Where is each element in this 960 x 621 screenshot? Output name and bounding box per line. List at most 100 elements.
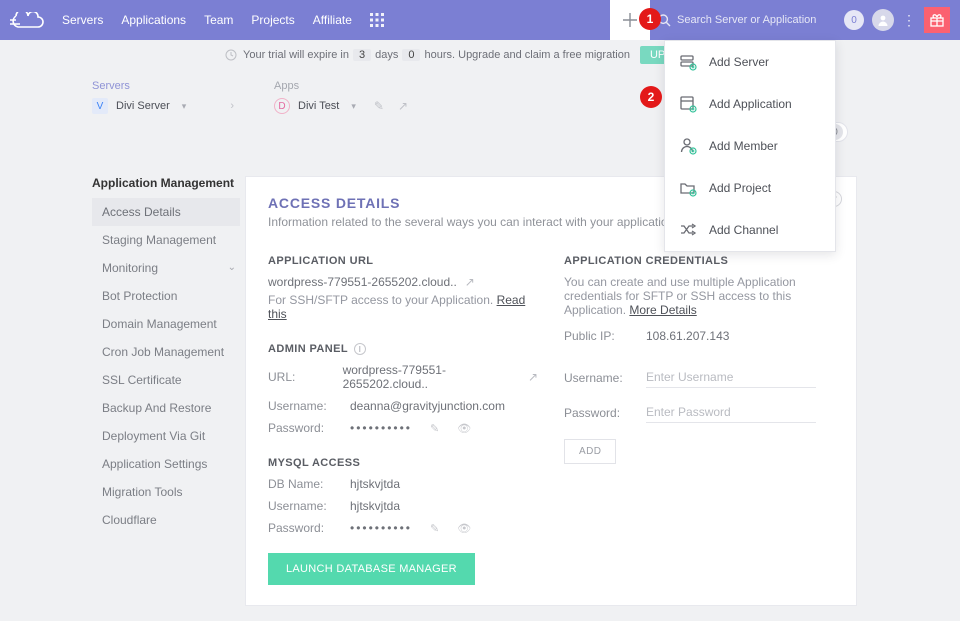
info-icon[interactable]: i bbox=[354, 343, 366, 355]
chevron-down-icon: ▾ bbox=[351, 101, 356, 112]
cloud-logo-icon bbox=[10, 12, 44, 28]
ssh-hint-text: For SSH/SFTP access to your Application. bbox=[268, 293, 493, 307]
mysql-access-label: MYSQL ACCESS bbox=[268, 457, 538, 469]
nav-servers[interactable]: Servers bbox=[62, 13, 103, 27]
reveal-password-icon[interactable]: 👁 bbox=[457, 422, 471, 435]
add-channel-label: Add Channel bbox=[709, 223, 778, 237]
credentials-label: APPLICATION CREDENTIALS bbox=[564, 255, 834, 267]
mysql-pw-key: Password: bbox=[268, 521, 340, 535]
user-icon bbox=[877, 14, 889, 26]
add-member-label: Add Member bbox=[709, 139, 778, 153]
add-application-item[interactable]: Add Application bbox=[665, 83, 835, 125]
plus-icon bbox=[622, 12, 638, 28]
admin-user-key: Username: bbox=[268, 399, 340, 413]
vultr-icon: V bbox=[92, 98, 108, 114]
sidebar-item-ssl[interactable]: SSL Certificate bbox=[92, 366, 240, 394]
admin-url[interactable]: wordpress-779551-2655202.cloud.. bbox=[343, 363, 512, 391]
admin-pw-key: Password: bbox=[268, 421, 340, 435]
folder-plus-icon bbox=[679, 179, 697, 197]
sidebar-item-cron-job[interactable]: Cron Job Management bbox=[92, 338, 240, 366]
more-details-link[interactable]: More Details bbox=[629, 303, 696, 317]
admin-panel-label: ADMIN PANEL bbox=[268, 343, 348, 355]
chevron-right-icon: › bbox=[230, 100, 234, 112]
brand-logo[interactable] bbox=[10, 12, 44, 28]
sidebar-item-deployment-git[interactable]: Deployment Via Git bbox=[92, 422, 240, 450]
trial-hours-unit: hours. bbox=[424, 49, 455, 61]
more-menu-icon[interactable]: ⋮ bbox=[902, 12, 916, 29]
search-input[interactable] bbox=[677, 14, 817, 26]
top-nav: Servers Applications Team Projects Affil… bbox=[62, 13, 352, 27]
mysql-password: •••••••••• bbox=[350, 521, 412, 535]
edit-mysql-pw-icon[interactable]: ✎ bbox=[430, 522, 439, 535]
add-channel-item[interactable]: Add Channel bbox=[665, 209, 835, 251]
nav-applications[interactable]: Applications bbox=[121, 13, 186, 27]
application-url-label: APPLICATION URL bbox=[268, 255, 538, 267]
add-member-item[interactable]: Add Member bbox=[665, 125, 835, 167]
global-search[interactable] bbox=[658, 14, 838, 27]
reveal-mysql-pw-icon[interactable]: 👁 bbox=[457, 522, 471, 535]
nav-team[interactable]: Team bbox=[204, 13, 233, 27]
server-plus-icon bbox=[679, 53, 697, 71]
mysql-user-key: Username: bbox=[268, 499, 340, 513]
sidebar-item-app-settings[interactable]: Application Settings bbox=[92, 450, 240, 478]
mysql-username: hjtskvjtda bbox=[350, 499, 400, 513]
user-plus-icon bbox=[679, 137, 697, 155]
chevron-down-icon: ▾ bbox=[182, 101, 187, 112]
add-project-label: Add Project bbox=[709, 181, 771, 195]
sidebar-item-access-details[interactable]: Access Details bbox=[92, 198, 240, 226]
trial-days-unit: days bbox=[375, 49, 398, 61]
sidebar-item-cloudflare[interactable]: Cloudflare bbox=[92, 506, 240, 534]
user-avatar[interactable] bbox=[872, 9, 894, 31]
access-right-column: APPLICATION CREDENTIALS You can create a… bbox=[564, 255, 834, 585]
public-ip: 108.61.207.143 bbox=[646, 329, 729, 343]
top-bar: Servers Applications Team Projects Affil… bbox=[0, 0, 960, 40]
crumb-apps-label: Apps bbox=[274, 80, 408, 92]
sidebar-item-backup-restore[interactable]: Backup And Restore bbox=[92, 394, 240, 422]
gift-button[interactable] bbox=[924, 7, 950, 33]
sidebar-item-monitoring[interactable]: Monitoring⌄ bbox=[92, 254, 240, 282]
divi-icon: D bbox=[274, 98, 290, 114]
shuffle-icon bbox=[679, 221, 697, 239]
sidebar-title: Application Management bbox=[92, 176, 240, 190]
chevron-down-icon: ⌄ bbox=[228, 262, 236, 273]
add-server-label: Add Server bbox=[709, 55, 769, 69]
open-admin-icon[interactable]: ↗ bbox=[528, 370, 538, 384]
cred-username-key: Username: bbox=[564, 371, 636, 385]
app-management-sidebar: Application Management Access Details St… bbox=[92, 176, 240, 534]
edit-app-icon[interactable]: ✎ bbox=[374, 99, 384, 113]
annotation-2: 2 bbox=[640, 86, 662, 108]
sidebar-item-migration-tools[interactable]: Migration Tools bbox=[92, 478, 240, 506]
trial-suffix: Upgrade and claim a free migration bbox=[458, 49, 630, 61]
add-project-item[interactable]: Add Project bbox=[665, 167, 835, 209]
nav-affiliate[interactable]: Affiliate bbox=[313, 13, 352, 27]
open-app-icon[interactable]: ↗ bbox=[398, 99, 408, 113]
server-name: Divi Server bbox=[116, 100, 170, 112]
clock-icon bbox=[225, 49, 237, 61]
sidebar-item-bot-protection[interactable]: Bot Protection bbox=[92, 282, 240, 310]
app-selector[interactable]: D Divi Test ▾ ✎ ↗ bbox=[274, 98, 408, 114]
cred-password-input[interactable] bbox=[646, 402, 816, 423]
edit-password-icon[interactable]: ✎ bbox=[430, 422, 439, 435]
open-url-icon[interactable]: ↗ bbox=[465, 275, 475, 289]
add-server-item[interactable]: Add Server bbox=[665, 41, 835, 83]
cred-password-key: Password: bbox=[564, 406, 636, 420]
server-selector[interactable]: V Divi Server ▾ bbox=[92, 98, 190, 114]
apps-grid-icon[interactable] bbox=[370, 13, 384, 27]
nav-projects[interactable]: Projects bbox=[251, 13, 294, 27]
add-application-label: Add Application bbox=[709, 97, 792, 111]
cred-username-input[interactable] bbox=[646, 367, 816, 388]
admin-password: •••••••••• bbox=[350, 421, 412, 435]
add-credentials-button[interactable]: ADD bbox=[564, 439, 616, 464]
admin-url-key: URL: bbox=[268, 370, 333, 384]
app-plus-icon bbox=[679, 95, 697, 113]
workspace-breadcrumbs: Servers V Divi Server ▾ › Apps D Divi Te… bbox=[92, 80, 408, 114]
sidebar-item-domain-management[interactable]: Domain Management bbox=[92, 310, 240, 338]
trial-hours: 0 bbox=[402, 49, 420, 61]
application-url[interactable]: wordpress-779551-2655202.cloud.. bbox=[268, 275, 457, 289]
trial-prefix: Your trial will expire in bbox=[243, 49, 349, 61]
trial-days: 3 bbox=[353, 49, 371, 61]
sidebar-item-staging-management[interactable]: Staging Management bbox=[92, 226, 240, 254]
db-name-key: DB Name: bbox=[268, 477, 340, 491]
notification-count[interactable]: 0 bbox=[844, 10, 864, 30]
launch-db-manager-button[interactable]: LAUNCH DATABASE MANAGER bbox=[268, 553, 475, 585]
